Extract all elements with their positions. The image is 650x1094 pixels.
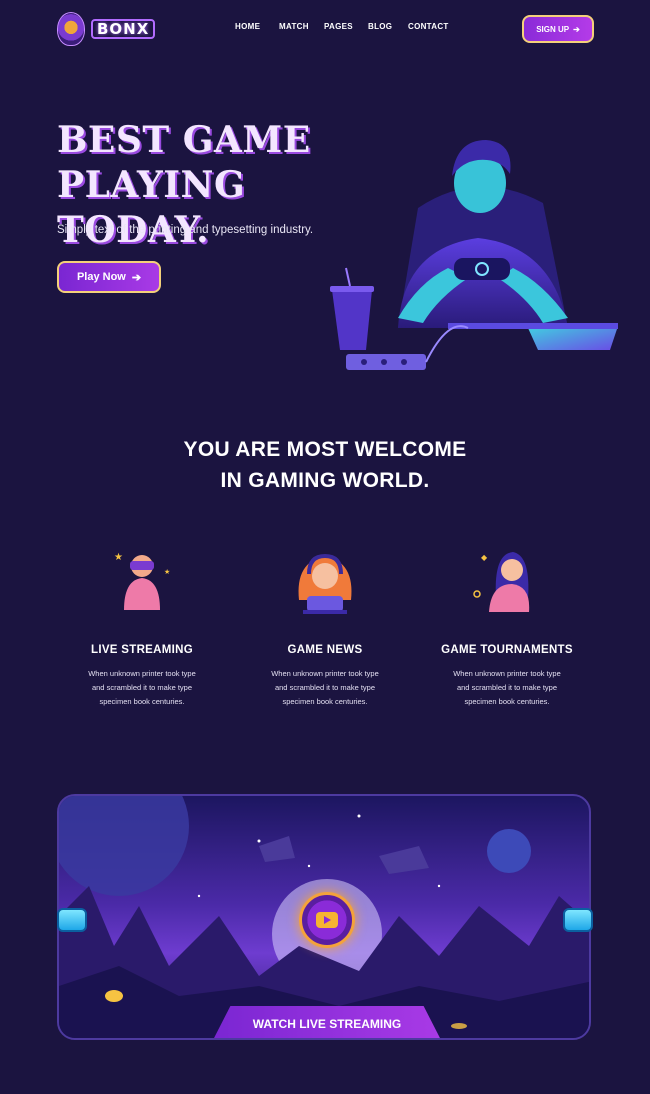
play-now-label: Play Now bbox=[76, 271, 126, 283]
arrow-right-icon: ➔ bbox=[131, 271, 142, 284]
feature-live-streaming: ★ ★ LIVE STREAMING When unknown printer … bbox=[62, 540, 222, 709]
arrow-right-icon: ➔ bbox=[573, 24, 580, 34]
nav-item-home[interactable]: HOME bbox=[235, 22, 260, 31]
banner-prev-tab[interactable] bbox=[57, 908, 87, 932]
feature-title: LIVE STREAMING bbox=[91, 644, 193, 656]
live-stream-banner: WATCH LIVE STREAMING bbox=[57, 794, 591, 1040]
logo[interactable]: BONX bbox=[57, 12, 156, 46]
hero-title-line2: PLAYING TODAY. bbox=[57, 164, 246, 251]
welcome-heading: YOU ARE MOST WELCOME IN GAMING WORLD. bbox=[0, 434, 650, 496]
video-play-button[interactable] bbox=[299, 892, 355, 948]
feature-title: GAME TOURNAMENTS bbox=[441, 644, 573, 656]
feature-text: When unknown printer took type and scram… bbox=[88, 669, 196, 706]
brand-name: BONX bbox=[91, 19, 156, 39]
mobile-gamer-illustration: ◆ bbox=[473, 552, 530, 612]
play-now-button[interactable]: Play Now ➔ bbox=[57, 261, 161, 293]
feature-text: When unknown printer took type and scram… bbox=[453, 669, 561, 706]
feature-title: GAME NEWS bbox=[287, 644, 363, 656]
welcome-line1: YOU ARE MOST WELCOME bbox=[183, 438, 467, 461]
nav-item-pages[interactable]: PAGES bbox=[324, 22, 353, 31]
play-icon bbox=[316, 912, 338, 928]
feature-game-news: GAME NEWS When unknown printer took type… bbox=[245, 540, 405, 709]
svg-text:★: ★ bbox=[164, 568, 170, 576]
nav-item-contact[interactable]: CONTACT bbox=[408, 22, 449, 31]
signup-button[interactable]: SIGN UP ➔ bbox=[522, 15, 594, 43]
nav-item-match[interactable]: MATCH bbox=[279, 22, 309, 31]
hero-subtitle: Simply text of the printing and typesett… bbox=[57, 224, 314, 236]
welcome-line2: IN GAMING WORLD. bbox=[220, 469, 430, 492]
hero-title-line1: BEST GAME bbox=[57, 119, 311, 161]
banner-next-tab[interactable] bbox=[563, 908, 593, 932]
features-section: ★ ★ LIVE STREAMING When unknown printer … bbox=[0, 540, 650, 720]
headset-gamer-illustration bbox=[298, 553, 352, 614]
site-header: BONX HOME MATCH PAGES BLOG CONTACT SIGN … bbox=[0, 0, 650, 58]
signup-label: SIGN UP bbox=[536, 24, 570, 34]
svg-text:◆: ◆ bbox=[481, 553, 488, 562]
vr-gamer-illustration: ★ ★ bbox=[114, 552, 170, 610]
watch-live-streaming-button[interactable]: WATCH LIVE STREAMING bbox=[212, 1006, 442, 1038]
lion-crest-icon bbox=[57, 12, 85, 46]
gamer-illustration bbox=[330, 140, 618, 370]
svg-text:★: ★ bbox=[114, 552, 123, 563]
nav-item-blog[interactable]: BLOG bbox=[368, 22, 392, 31]
feature-game-tournaments: ◆ GAME TOURNAMENTS When unknown printer … bbox=[427, 540, 587, 709]
feature-text: When unknown printer took type and scram… bbox=[271, 669, 379, 706]
